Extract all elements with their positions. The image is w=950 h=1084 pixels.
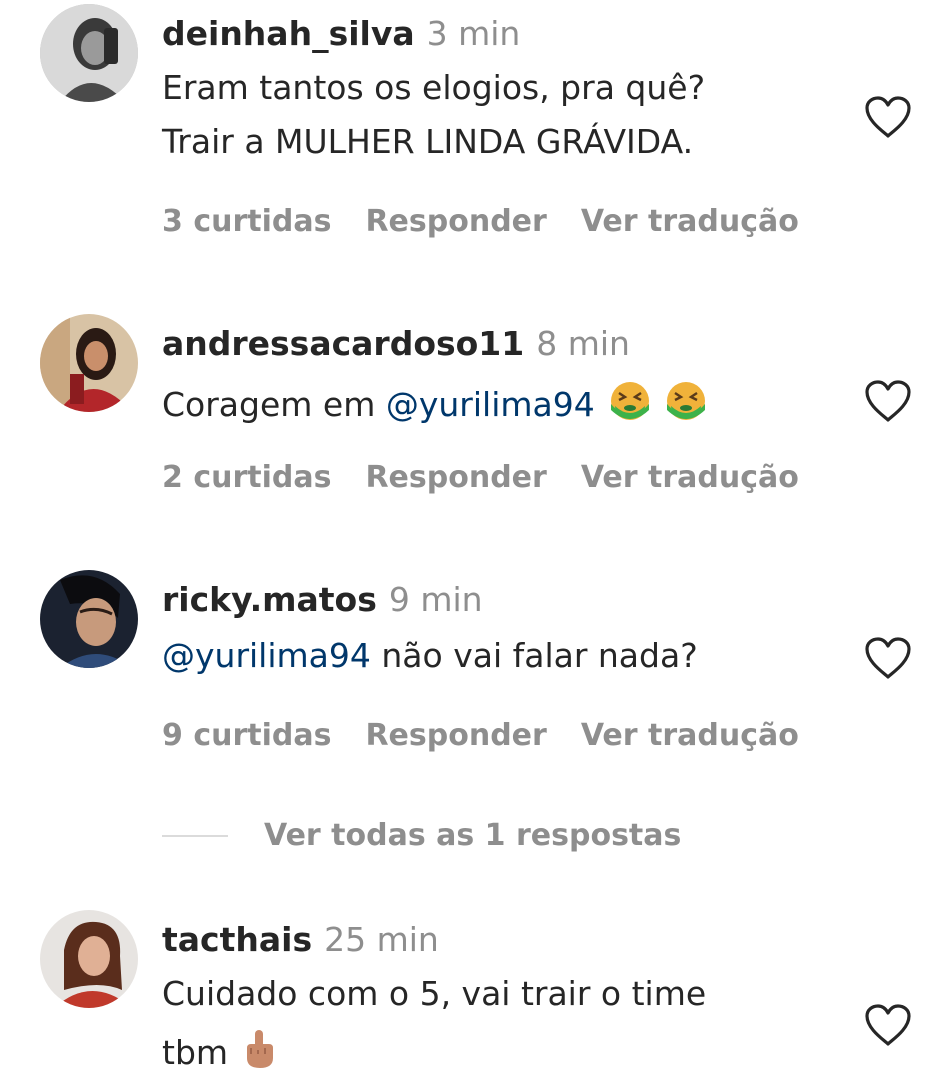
comment-text-line: Cuidado com o 5, vai trair o time (162, 974, 707, 1013)
likes-count[interactable]: 9 curtidas (162, 716, 331, 756)
translate-button[interactable]: Ver tradução (581, 202, 799, 242)
comment-header: andressacardoso11 8 min (162, 324, 630, 364)
timestamp[interactable]: 9 min (389, 580, 483, 619)
comment-header: deinhah_silva 3 min (162, 14, 520, 54)
timestamp[interactable]: 8 min (536, 324, 630, 363)
mention-link[interactable]: @yurilima94 (162, 636, 371, 675)
comment-text: Coragem em (162, 385, 386, 424)
heart-outline-icon[interactable] (863, 378, 913, 424)
likes-count[interactable]: 2 curtidas (162, 458, 331, 498)
likes-count[interactable]: 3 curtidas (162, 202, 331, 242)
comment-text-line: Coragem em @yurilima94 (162, 380, 707, 425)
view-replies-label[interactable]: Ver todas as 1 respostas (264, 818, 681, 853)
username[interactable]: tacthais (162, 920, 312, 959)
view-replies-button[interactable]: Ver todas as 1 respostas (162, 814, 681, 858)
avatar[interactable] (40, 910, 138, 1008)
nauseated-face-emoji (609, 380, 651, 422)
comment-text: não vai falar nada? (370, 636, 698, 675)
reply-button[interactable]: Responder (365, 202, 546, 242)
heart-outline-icon[interactable] (863, 1002, 913, 1048)
username[interactable]: ricky.matos (162, 580, 377, 619)
translate-button[interactable]: Ver tradução (581, 716, 799, 756)
comment-text: tbm (162, 1033, 229, 1072)
timestamp[interactable]: 25 min (324, 920, 439, 959)
comment-actions: 2 curtidas Responder Ver tradução (162, 458, 833, 498)
comment-text-line: @yurilima94 não vai falar nada? (162, 636, 698, 676)
replies-divider (162, 835, 228, 837)
nauseated-face-emoji (665, 380, 707, 422)
translate-button[interactable]: Ver tradução (581, 458, 799, 498)
comment-text-line: Trair a MULHER LINDA GRÁVIDA. (162, 122, 694, 161)
reply-button[interactable]: Responder (365, 716, 546, 756)
comment-header: ricky.matos 9 min (162, 580, 483, 620)
comment-text-line: tbm (162, 1028, 276, 1073)
comment-text-line: Eram tantos os elogios, pra quê? (162, 68, 706, 107)
middle-finger-emoji (242, 1028, 276, 1070)
heart-outline-icon[interactable] (863, 94, 913, 140)
username[interactable]: deinhah_silva (162, 14, 415, 53)
avatar[interactable] (40, 4, 138, 102)
timestamp[interactable]: 3 min (427, 14, 521, 53)
comment-actions: 3 curtidas Responder Ver tradução (162, 202, 833, 242)
heart-outline-icon[interactable] (863, 635, 913, 681)
comment-actions: 9 curtidas Responder Ver tradução (162, 716, 833, 756)
avatar[interactable] (40, 314, 138, 412)
avatar[interactable] (40, 570, 138, 668)
comment-header: tacthais 25 min (162, 920, 439, 960)
username[interactable]: andressacardoso11 (162, 324, 524, 363)
mention-link[interactable]: @yurilima94 (386, 385, 595, 424)
reply-button[interactable]: Responder (365, 458, 546, 498)
